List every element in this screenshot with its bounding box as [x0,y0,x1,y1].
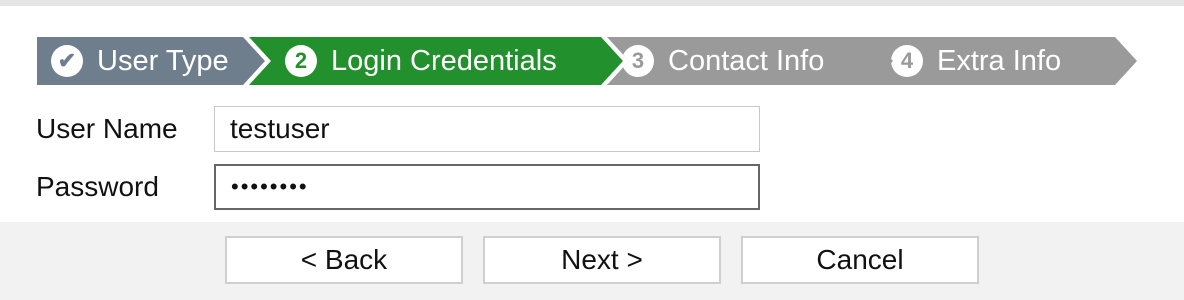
password-field[interactable] [214,164,760,210]
wizard-step-extra-info[interactable]: 4 Extra Info [871,37,1137,85]
wizard-step-login-credentials[interactable]: 2 Login Credentials [249,37,623,85]
wizard-step-contact-info[interactable]: 3 Contact Info [607,37,907,85]
wizard-step-label: User Type [97,44,229,77]
wizard-step-label: Login Credentials [331,44,557,77]
button-bar: < Back Next > Cancel [0,222,1184,300]
wizard-step-label: Contact Info [668,44,825,77]
next-button[interactable]: Next > [483,236,721,284]
step-number-badge: 4 [891,45,923,77]
username-field[interactable] [214,106,760,152]
wizard-step-user-type[interactable]: ✔ User Type [37,37,265,85]
step-number-badge: 3 [622,45,654,77]
password-label: Password [36,171,159,202]
top-border-strip [0,0,1184,6]
wizard-step-label: Extra Info [937,44,1062,77]
wizard-steps: ✔ User Type 2 Login Credentials 3 Contac… [37,37,1137,85]
username-label: User Name [36,113,178,144]
step-number-badge: 2 [285,45,317,77]
cancel-button[interactable]: Cancel [741,236,979,284]
checkmark-icon: ✔ [51,45,83,77]
back-button[interactable]: < Back [225,236,463,284]
